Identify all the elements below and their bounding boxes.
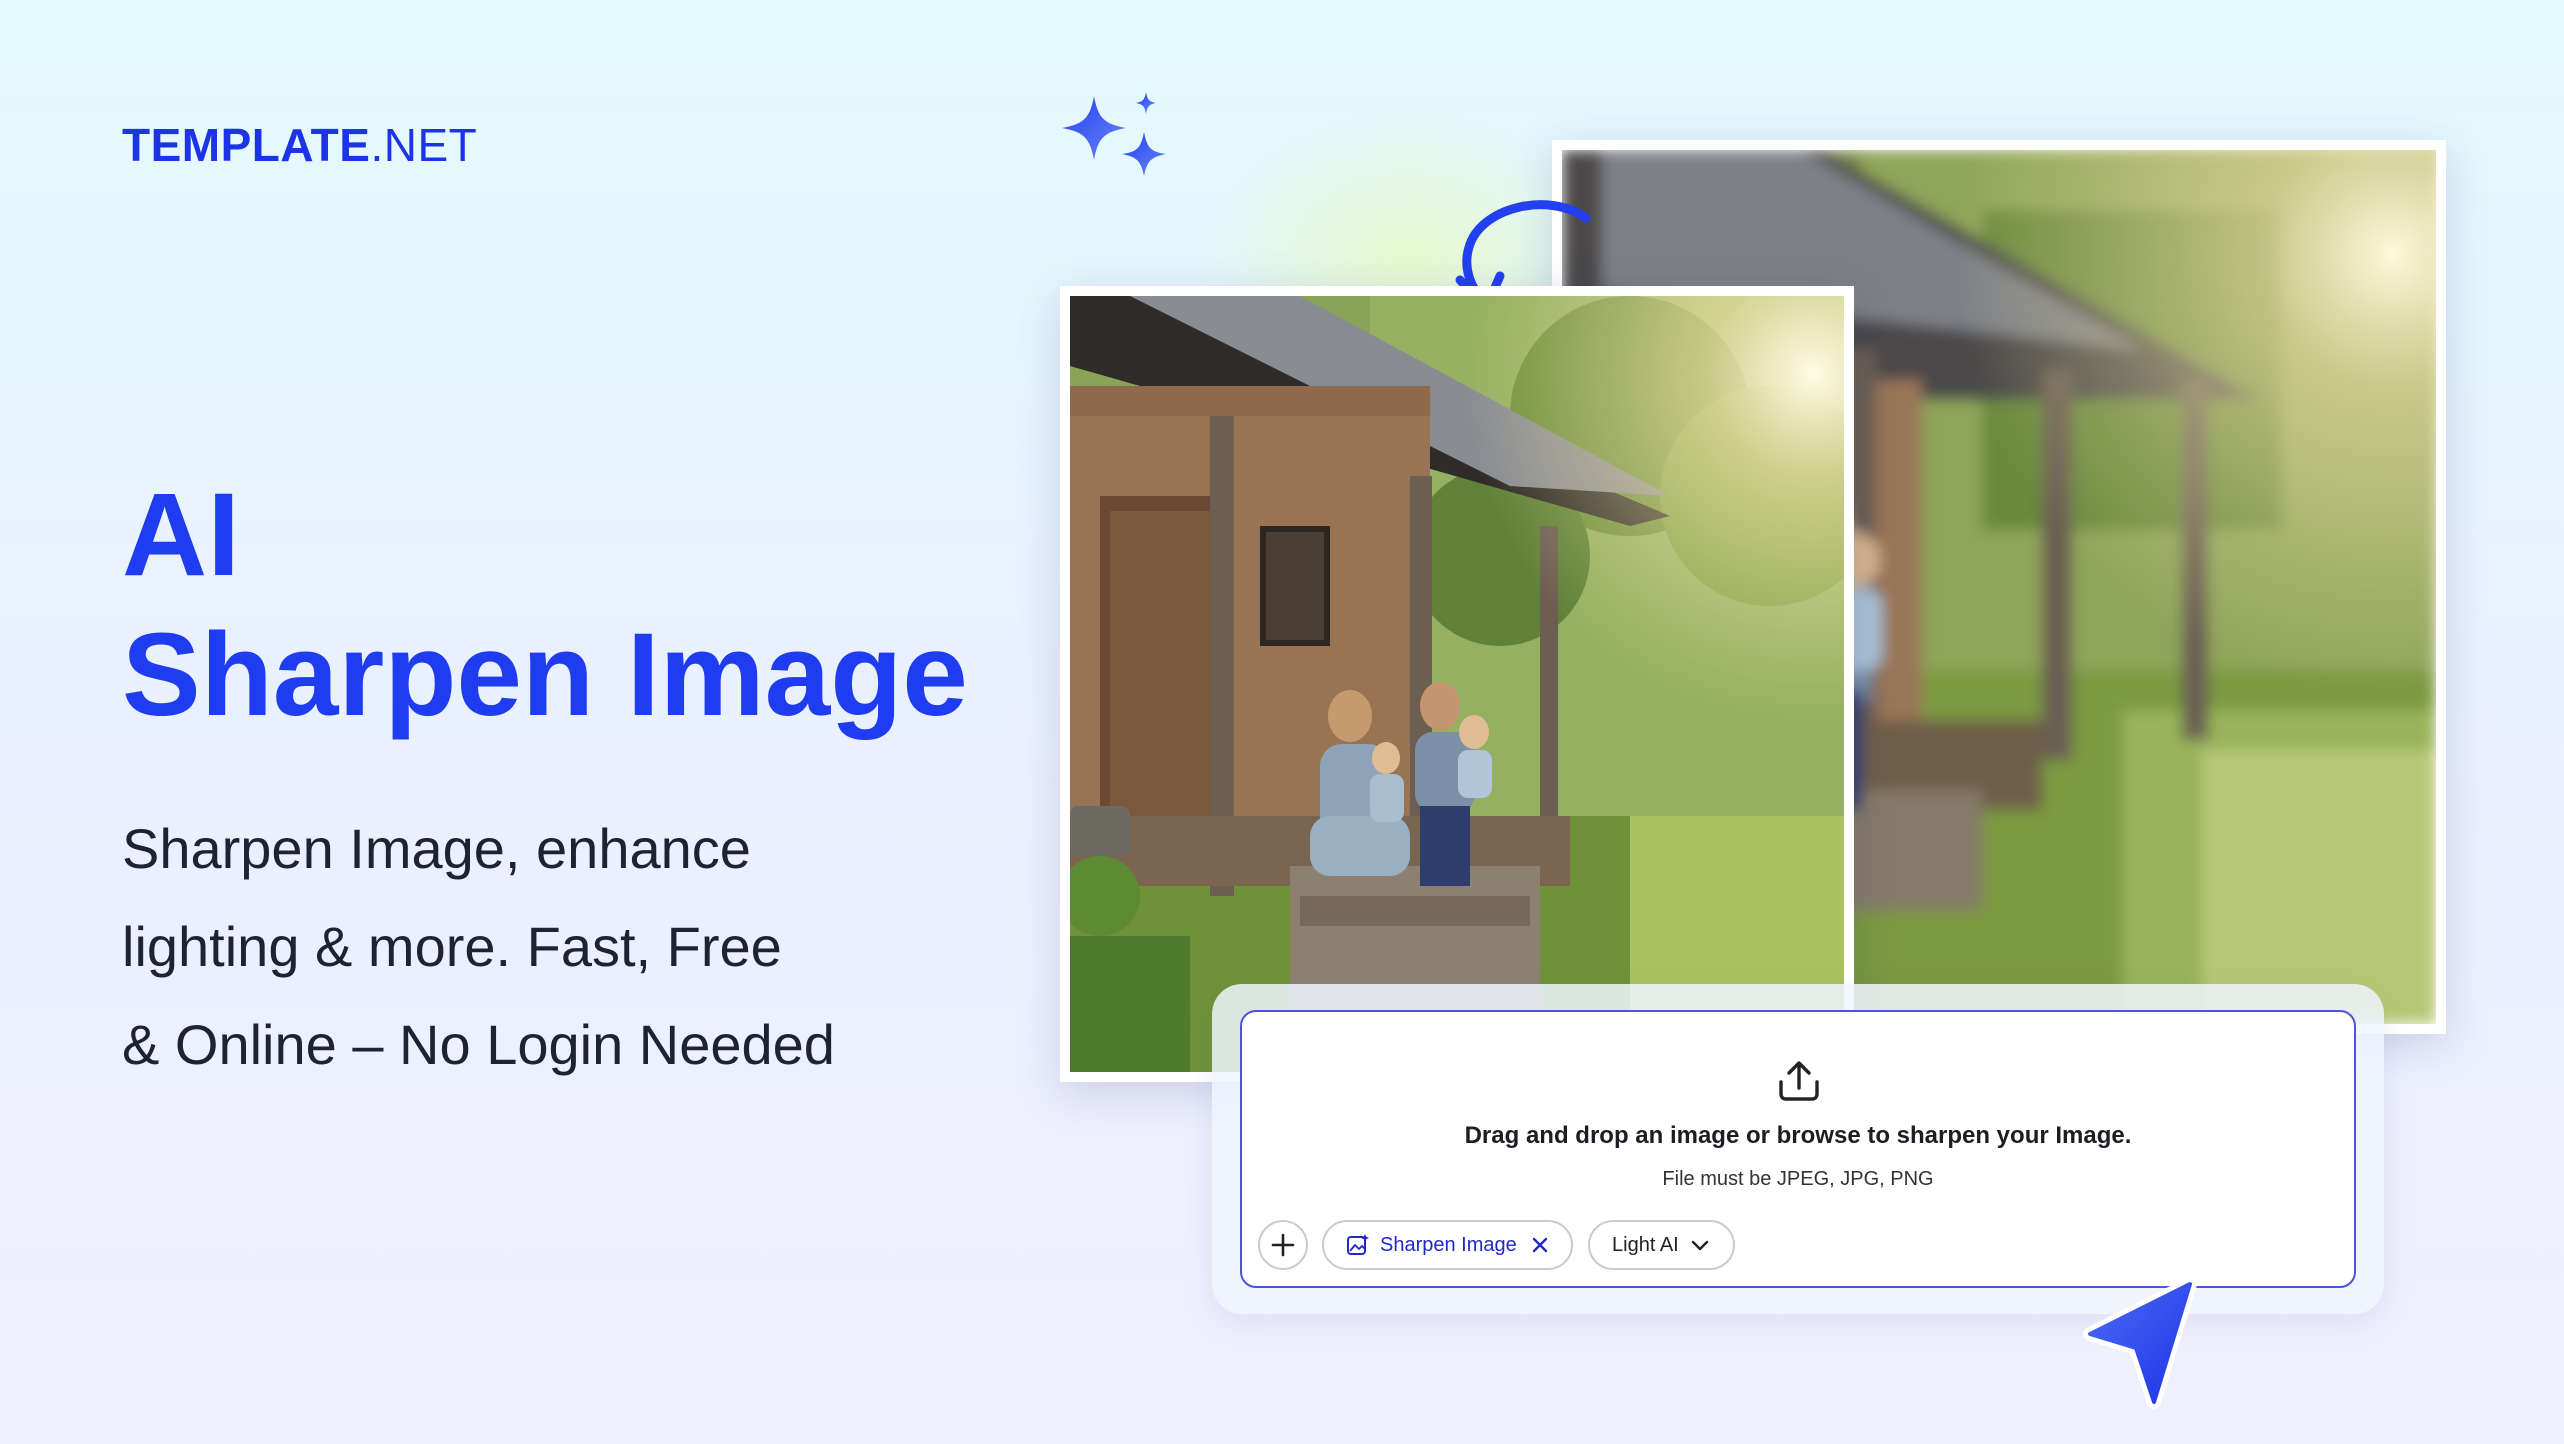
- light-ai-dropdown[interactable]: Light AI: [1588, 1220, 1735, 1270]
- desc-line-2: lighting & more. Fast, Free: [122, 915, 782, 978]
- close-icon[interactable]: [1531, 1236, 1549, 1254]
- cursor-pointer-icon: [2083, 1277, 2197, 1409]
- upload-dropzone[interactable]: Drag and drop an image or browse to shar…: [1240, 1010, 2356, 1288]
- brand-logo[interactable]: TEMPLATE.NET: [122, 118, 477, 172]
- plus-icon: [1271, 1233, 1295, 1257]
- drag-drop-instruction: Drag and drop an image or browse to shar…: [1464, 1122, 2132, 1149]
- desc-line-3: & Online – No Login Needed: [122, 1013, 835, 1076]
- desc-line-1: Sharpen Image, enhance: [122, 817, 751, 880]
- after-sharp-photo: [1060, 286, 1854, 1082]
- title-line-2: Sharpen Image: [122, 609, 968, 741]
- sharpen-image-chip[interactable]: Sharpen Image: [1322, 1220, 1573, 1270]
- light-ai-label: Light AI: [1612, 1233, 1679, 1256]
- title-line-1: AI: [122, 469, 240, 601]
- brand-logo-bold: TEMPLATE: [122, 119, 371, 171]
- add-button[interactable]: [1258, 1220, 1308, 1270]
- file-type-hint: File must be JPEG, JPG, PNG: [1662, 1168, 1934, 1190]
- chevron-down-icon: [1691, 1240, 1708, 1251]
- sparkles-icon: [1062, 92, 1166, 176]
- image-sparkle-icon: [1347, 1234, 1369, 1255]
- brand-logo-suffix: .NET: [370, 119, 478, 171]
- page-title: AI Sharpen Image: [122, 465, 968, 745]
- upload-icon[interactable]: [1776, 1058, 1822, 1104]
- page-description: Sharpen Image, enhance lighting & more. …: [122, 800, 982, 1094]
- sharp-family-photo-icon: [1070, 296, 1844, 1072]
- sharpen-image-chip-label: Sharpen Image: [1380, 1233, 1517, 1256]
